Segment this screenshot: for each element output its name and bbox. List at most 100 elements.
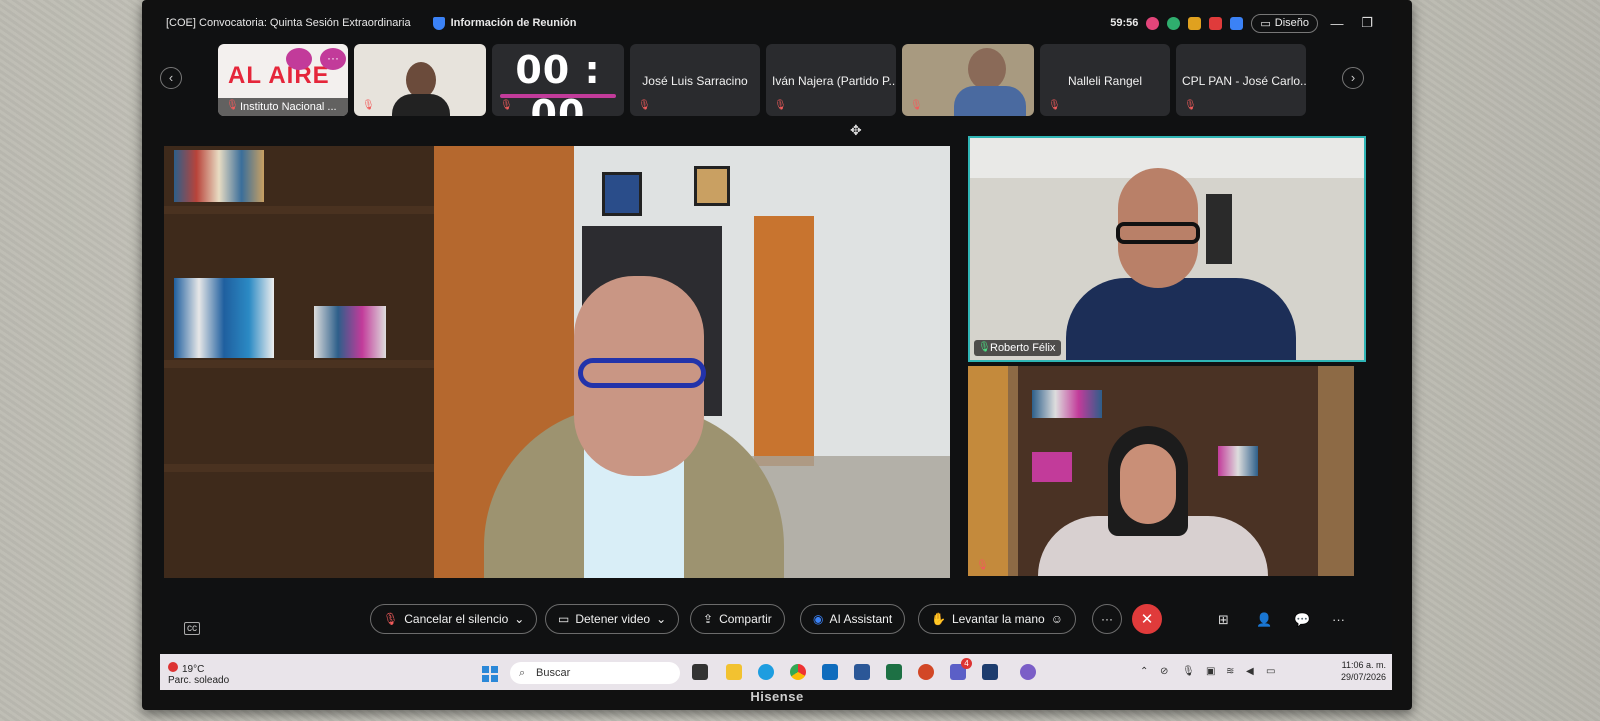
taskbar-search[interactable]: ⌕ Buscar xyxy=(510,662,680,684)
mic-off-icon: 🎙 xyxy=(362,100,375,111)
outlook-icon[interactable] xyxy=(822,664,838,680)
chevron-left-icon: ‹ xyxy=(168,70,174,85)
more-icon[interactable]: ··· xyxy=(320,48,346,70)
participant-name: Roberto Félix xyxy=(990,342,1056,354)
participant-tile-rangel[interactable]: Nalleli Rangel 🎙 xyxy=(1040,44,1170,116)
app-icon[interactable] xyxy=(1020,664,1036,680)
meeting-timer: 59:56 xyxy=(1110,17,1139,29)
painting xyxy=(694,166,730,206)
participant-tile-video-2[interactable]: 🎙 xyxy=(902,44,1034,116)
windows-start-icon[interactable] xyxy=(482,666,498,682)
file-explorer-icon[interactable] xyxy=(726,664,742,680)
status-icon[interactable] xyxy=(1167,16,1181,30)
participant-tile-sarracino[interactable]: José Luis Sarracino 🎙 xyxy=(630,44,760,116)
display-icon[interactable]: ▣ xyxy=(1206,666,1215,677)
chat-icon[interactable] xyxy=(1188,16,1202,30)
excel-icon[interactable] xyxy=(886,664,902,680)
meeting-title: [COE] Convocatoria: Quinta Sesión Extrao… xyxy=(166,17,411,29)
stop-video-button[interactable]: ▭ Detener video ⌄ xyxy=(545,604,680,634)
title-bar: [COE] Convocatoria: Quinta Sesión Extrao… xyxy=(160,10,1392,36)
minimize-icon[interactable]: — xyxy=(1326,16,1348,31)
meeting-info-button[interactable]: Información de Reunión xyxy=(432,16,576,30)
close-icon: ✕ xyxy=(1140,611,1154,628)
layout-icon: ▭ xyxy=(1260,17,1271,30)
chevron-right-icon: › xyxy=(1350,70,1356,85)
unmute-button[interactable]: 🎙 Cancelar el silencio ⌄ xyxy=(370,604,538,634)
share-button[interactable]: ⇪ Compartir xyxy=(690,604,785,634)
main-video xyxy=(164,146,950,578)
more-panels-icon[interactable]: ··· xyxy=(1332,612,1345,627)
mic-off-icon: 🎙 xyxy=(976,560,989,571)
participant-body xyxy=(392,94,450,116)
mic-on-icon: 🎙 xyxy=(978,342,991,353)
more-options-button[interactable]: ··· xyxy=(1092,604,1122,634)
clock-date: 29/07/2026 xyxy=(1340,672,1386,682)
apps-panel-icon[interactable]: ⊞ xyxy=(1218,612,1229,628)
participant-video xyxy=(406,62,436,98)
battery-icon[interactable]: ▭ xyxy=(1266,666,1275,677)
weather-widget[interactable]: 19°C Parc. soleado xyxy=(168,662,229,686)
participant-video xyxy=(968,48,1006,90)
move-icon[interactable]: ✥ xyxy=(850,122,862,139)
apps-icon[interactable] xyxy=(1230,16,1244,30)
unmute-label: Cancelar el silencio xyxy=(404,612,509,626)
stop-video-label: Detener video xyxy=(575,612,651,626)
books xyxy=(174,150,264,202)
tv-monitor: [COE] Convocatoria: Quinta Sesión Extrao… xyxy=(142,0,1412,710)
wifi-icon[interactable]: ≋ xyxy=(1226,666,1234,677)
strip-prev-button[interactable]: ‹ xyxy=(160,67,182,89)
chevron-down-icon: ⌄ xyxy=(514,612,525,626)
emoji-icon: ☺ xyxy=(1050,612,1063,626)
participant-tile-video-1[interactable]: 🎙 xyxy=(354,44,486,116)
word-icon[interactable] xyxy=(854,664,870,680)
shelf xyxy=(164,206,434,214)
chrome-icon[interactable] xyxy=(790,664,806,680)
wall-frame xyxy=(1206,194,1232,264)
participant-tile-air[interactable]: AL AIRE ··· Instituto Nacional ... 🎙 xyxy=(218,44,348,116)
mic-off-icon: 🎙 xyxy=(383,612,399,626)
participant-name: José Luis Sarracino xyxy=(642,74,748,88)
shield-icon xyxy=(432,16,445,30)
participant-tile-najera[interactable]: Iván Najera (Partido P... 🎙 xyxy=(766,44,896,116)
participant-name: CPL PAN - José Carlo... xyxy=(1182,74,1306,88)
task-view-icon[interactable] xyxy=(692,664,708,680)
monitor-brand: Hisense xyxy=(750,689,804,704)
record-icon[interactable] xyxy=(1146,16,1160,30)
mic-off-icon: 🎙 xyxy=(1184,100,1197,111)
search-placeholder: Buscar xyxy=(536,667,571,679)
teams-icon[interactable]: 4 xyxy=(950,658,972,680)
volume-icon[interactable]: ◀ xyxy=(1246,666,1254,677)
leave-meeting-button[interactable]: ✕ xyxy=(1132,604,1162,634)
edge-icon[interactable] xyxy=(758,664,774,680)
participant-name: Iván Najera (Partido P... xyxy=(772,74,896,88)
participant-tile-pan[interactable]: CPL PAN - José Carlo... 🎙 xyxy=(1176,44,1306,116)
chat-panel-icon[interactable]: 💬 xyxy=(1294,612,1310,628)
books xyxy=(1218,446,1258,476)
mic-icon[interactable]: 🎙 xyxy=(1182,666,1195,677)
teams-badge: 4 xyxy=(961,658,972,669)
side-video-bottom[interactable]: 🎙 xyxy=(968,366,1354,576)
back-door xyxy=(754,216,814,466)
coffee-icon xyxy=(286,48,312,70)
chevron-up-icon[interactable]: ⌃ xyxy=(1140,666,1148,677)
office-icon[interactable] xyxy=(918,664,934,680)
more-icon: ··· xyxy=(1101,612,1113,626)
mic-off-icon: 🎙 xyxy=(1048,100,1061,111)
mic-off-icon: 🎙 xyxy=(910,100,923,111)
strip-next-button[interactable]: › xyxy=(1342,67,1364,89)
restore-icon[interactable]: ❐ xyxy=(1356,15,1378,31)
mic-off-icon: 🎙 xyxy=(774,100,787,111)
clock[interactable]: 11:06 a. m. 29/07/2026 xyxy=(1341,659,1386,683)
temperature: 19°C xyxy=(182,664,205,675)
ai-assistant-button[interactable]: ◉ AI Assistant xyxy=(800,604,906,634)
door xyxy=(968,366,1008,576)
webex-icon[interactable] xyxy=(982,664,998,680)
live-icon[interactable] xyxy=(1209,16,1223,30)
network-icon[interactable]: ⊘ xyxy=(1160,666,1168,677)
countdown-tile[interactable]: 00 : 00 🎙 xyxy=(492,44,624,116)
raise-hand-button[interactable]: ✋ Levantar la mano ☺ xyxy=(918,604,1076,634)
participants-icon[interactable]: 👤 xyxy=(1256,612,1272,628)
books xyxy=(314,306,386,358)
layout-button[interactable]: ▭ Diseño xyxy=(1251,13,1318,33)
side-video-top[interactable]: 🎙 Roberto Félix xyxy=(968,136,1366,362)
